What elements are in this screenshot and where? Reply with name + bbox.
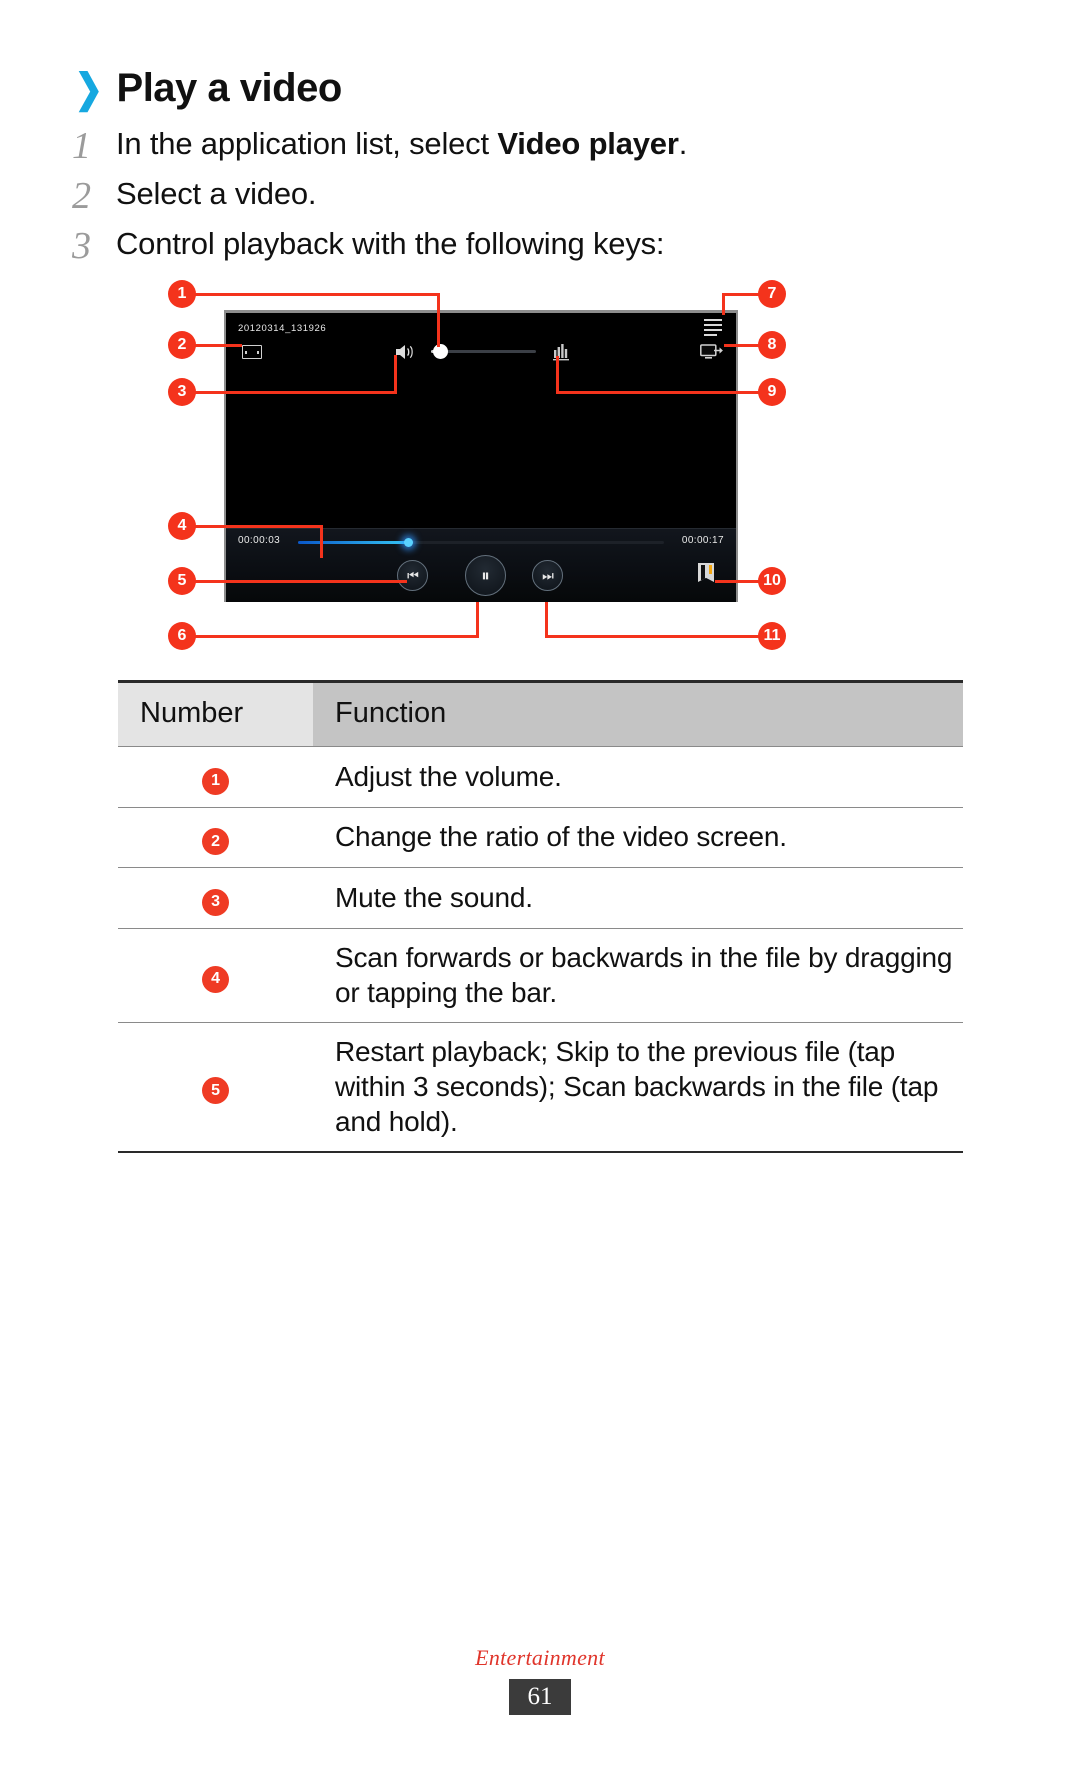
leader-line — [194, 635, 479, 638]
screen-ratio-icon[interactable] — [242, 345, 262, 359]
page-number: 61 — [509, 1679, 571, 1715]
callout-4: 4 — [168, 512, 196, 540]
callout-6: 6 — [168, 622, 196, 650]
callout-11: 11 — [758, 622, 786, 650]
leader-line — [715, 580, 762, 583]
status-badge: 3 — [202, 888, 229, 916]
video-player-figure: 20120314_131926 00:00:03 00:00:17 ⏮ ⏸ ⏭ … — [0, 272, 1080, 662]
steps-list: 1 In the application list, select Video … — [72, 125, 972, 277]
next-icon: ⏭ — [542, 568, 554, 583]
list-item: 3 Control playback with the following ke… — [72, 224, 972, 267]
chevron-right-icon: ❯ — [74, 66, 104, 111]
seek-bar[interactable] — [298, 538, 664, 547]
row-function-cell: Restart playback; Skip to the previous f… — [313, 1022, 963, 1153]
callout-10: 10 — [758, 567, 786, 595]
step-text: In the application list, select Video pl… — [116, 126, 688, 162]
total-time: 00:00:17 — [681, 535, 724, 546]
options-menu-icon[interactable] — [704, 319, 722, 336]
leader-line — [320, 525, 323, 558]
leader-line — [194, 344, 242, 347]
step-text-before: In the application list, select — [116, 126, 498, 161]
list-item: 2 Select a video. — [72, 174, 972, 217]
player-control-bar: 00:00:03 00:00:17 ⏮ ⏸ ⏭ — [226, 528, 736, 602]
leader-line — [194, 525, 323, 528]
step-text: Control playback with the following keys… — [116, 225, 665, 261]
step-number: 2 — [72, 174, 91, 217]
table-row: 2 Change the ratio of the video screen. — [118, 807, 963, 868]
leader-line — [724, 344, 762, 347]
leader-line — [722, 293, 762, 296]
status-badge: 4 — [202, 965, 229, 993]
volume-slider[interactable] — [431, 344, 536, 359]
column-header-function: Function — [313, 680, 963, 747]
row-number-cell: 1 — [118, 746, 313, 808]
callout-1: 1 — [168, 280, 196, 308]
leader-line — [194, 391, 397, 394]
table-row: 5 Restart playback; Skip to the previous… — [118, 1022, 963, 1153]
row-number-cell: 3 — [118, 867, 313, 929]
next-button[interactable]: ⏭ — [532, 560, 563, 591]
row-number-cell: 4 — [118, 928, 313, 1023]
step-text: Select a video. — [116, 175, 317, 211]
video-player-screenshot: 20120314_131926 00:00:03 00:00:17 ⏮ ⏸ ⏭ — [224, 310, 738, 602]
leader-line — [722, 293, 725, 315]
footer-section-label: Entertainment — [475, 1645, 605, 1670]
row-function-cell: Mute the sound. — [313, 867, 963, 929]
list-item: 1 In the application list, select Video … — [72, 125, 972, 167]
row-function-cell: Change the ratio of the video screen. — [313, 807, 963, 868]
pause-icon: ⏸ — [481, 566, 490, 585]
row-number-cell: 2 — [118, 807, 313, 868]
leader-line — [394, 355, 397, 393]
row-number-cell: 5 — [118, 1022, 313, 1153]
video-file-name: 20120314_131926 — [238, 323, 327, 334]
allshare-screen-icon[interactable] — [700, 344, 724, 361]
table-row: 3 Mute the sound. — [118, 867, 963, 929]
table-row: 1 Adjust the volume. — [118, 746, 963, 808]
table-header-row: Number Function — [118, 680, 963, 747]
manual-page: ❯ Play a video 1 In the application list… — [0, 0, 1080, 1771]
play-pause-button[interactable]: ⏸ — [465, 555, 506, 596]
leader-line — [476, 602, 479, 638]
page-title: ❯ Play a video — [72, 66, 343, 111]
function-table: Number Function 1 Adjust the volume. 2 C… — [118, 680, 963, 1153]
previous-button[interactable]: ⏮ — [397, 560, 428, 591]
row-function-cell: Adjust the volume. — [313, 746, 963, 808]
status-badge: 2 — [202, 828, 229, 855]
callout-7: 7 — [758, 280, 786, 308]
callout-2: 2 — [168, 331, 196, 359]
leader-line — [556, 356, 559, 393]
status-badge: 1 — [202, 767, 229, 795]
step-number: 3 — [72, 224, 91, 267]
step-text-bold: Video player — [497, 126, 679, 161]
callout-5: 5 — [168, 567, 196, 595]
column-header-number: Number — [118, 680, 313, 747]
speaker-volume-icon[interactable] — [394, 343, 416, 361]
table-row: 4 Scan forwards or backwards in the file… — [118, 928, 963, 1023]
leader-line — [194, 580, 407, 583]
leader-line — [545, 635, 761, 638]
callout-3: 3 — [168, 378, 196, 406]
callout-8: 8 — [758, 331, 786, 359]
leader-line — [194, 293, 439, 296]
status-badge: 5 — [202, 1077, 229, 1105]
step-text-after: . — [678, 126, 688, 161]
bookmark-icon[interactable] — [698, 563, 714, 582]
page-title-text: Play a video — [116, 66, 343, 110]
elapsed-time: 00:00:03 — [238, 535, 281, 546]
row-function-cell: Scan forwards or backwards in the file b… — [313, 928, 963, 1023]
leader-line — [545, 602, 548, 638]
volume-slider-knob[interactable] — [433, 344, 449, 359]
page-footer: Entertainment 61 — [0, 1645, 1080, 1715]
seek-bar-knob[interactable] — [403, 538, 413, 547]
leader-line — [437, 293, 440, 347]
previous-icon: ⏮ — [407, 568, 419, 583]
seek-bar-fill — [298, 541, 408, 544]
leader-line — [556, 391, 764, 394]
callout-9: 9 — [758, 378, 786, 406]
step-number: 1 — [72, 125, 91, 167]
transport-controls: ⏮ ⏸ ⏭ — [226, 555, 736, 599]
